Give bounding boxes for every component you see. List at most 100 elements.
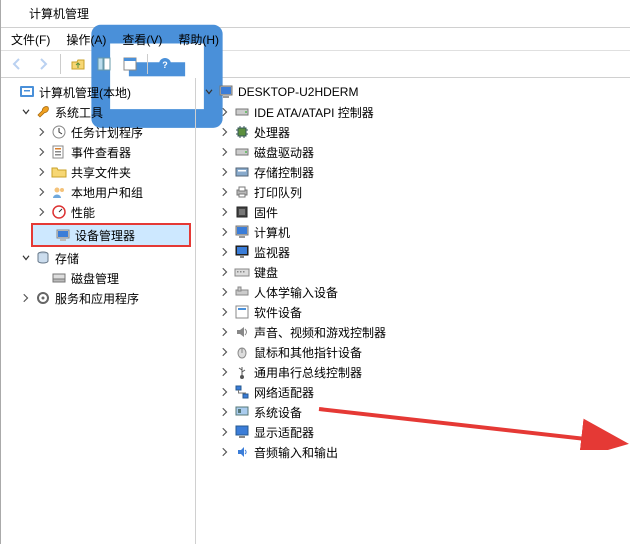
expand-icon[interactable] (218, 205, 232, 219)
wrench-icon (35, 104, 51, 120)
clock-icon (51, 124, 67, 140)
hdd-icon (234, 144, 250, 160)
tree-label: 音频输入和输出 (254, 444, 338, 461)
tree-label: 系统设备 (254, 404, 302, 421)
tree-root-computer-management[interactable]: ▸ 计算机管理(本地) (1, 82, 195, 102)
expand-icon[interactable] (218, 385, 232, 399)
tree-device-manager[interactable]: ▸ 设备管理器 (31, 223, 191, 247)
tree-task-scheduler[interactable]: 任务计划程序 (33, 122, 195, 142)
toolbar-show-tree-button[interactable] (92, 53, 116, 75)
collapse-icon[interactable] (19, 105, 33, 119)
soft-icon (234, 304, 250, 320)
tree-system-tools[interactable]: 系统工具 (17, 102, 195, 122)
expand-icon[interactable] (218, 245, 232, 259)
expand-icon[interactable] (35, 205, 49, 219)
toolbar-up-button[interactable] (66, 53, 90, 75)
expand-icon[interactable] (218, 445, 232, 459)
expand-icon[interactable] (35, 125, 49, 139)
device-system-devices[interactable]: 系统设备 (216, 402, 630, 422)
tree-label: 系统工具 (55, 104, 103, 121)
tree-local-users[interactable]: 本地用户和组 (33, 182, 195, 202)
device-monitors[interactable]: 监视器 (216, 242, 630, 262)
hdd-icon (234, 104, 250, 120)
tree-label: 监视器 (254, 244, 290, 261)
device-network-adapters[interactable]: 网络适配器 (216, 382, 630, 402)
device-mice[interactable]: 鼠标和其他指针设备 (216, 342, 630, 362)
collapse-icon[interactable] (202, 85, 216, 99)
tree-storage[interactable]: 存储 (17, 248, 195, 268)
disk-icon (51, 270, 67, 286)
toolbar-help-button[interactable] (153, 53, 177, 75)
device-display-adapters[interactable]: 显示适配器 (216, 422, 630, 442)
monitor-icon (234, 244, 250, 260)
expand-icon[interactable] (218, 105, 232, 119)
services-icon (35, 290, 51, 306)
toolbar-properties-button[interactable] (118, 53, 142, 75)
tree-label: 性能 (71, 204, 95, 221)
expand-icon: ▸ (35, 271, 49, 285)
expand-icon[interactable] (218, 325, 232, 339)
collapse-icon[interactable] (19, 251, 33, 265)
expand-icon[interactable] (218, 185, 232, 199)
tree-label: 存储 (55, 250, 79, 267)
device-tree-pane[interactable]: DESKTOP-U2HDERM IDE ATA/ATAPI 控制器处理器磁盘驱动… (196, 78, 630, 544)
body: ▸ 计算机管理(本地) 系统工具 (1, 78, 630, 544)
device-processors[interactable]: 处理器 (216, 122, 630, 142)
tree-event-viewer[interactable]: 事件查看器 (33, 142, 195, 162)
menu-action[interactable]: 操作(A) (58, 29, 114, 50)
sys-icon (234, 404, 250, 420)
performance-icon (51, 204, 67, 220)
device-firmware[interactable]: 固件 (216, 202, 630, 222)
expand-icon[interactable] (218, 285, 232, 299)
device-manager-icon (55, 227, 71, 243)
tree-services-apps[interactable]: 服务和应用程序 (17, 288, 195, 308)
toolbar (1, 50, 630, 78)
menu-file[interactable]: 文件(F) (3, 29, 58, 50)
computer-icon (218, 84, 234, 100)
expand-icon[interactable] (218, 425, 232, 439)
scsi-icon (234, 164, 250, 180)
device-software-devices[interactable]: 软件设备 (216, 302, 630, 322)
expand-icon[interactable] (35, 165, 49, 179)
tree-disk-management[interactable]: ▸ 磁盘管理 (33, 268, 195, 288)
storage-icon (35, 250, 51, 266)
device-disk-drives[interactable]: 磁盘驱动器 (216, 142, 630, 162)
expand-icon[interactable] (218, 305, 232, 319)
device-audio-io[interactable]: 音频输入和输出 (216, 442, 630, 462)
expand-icon[interactable] (218, 145, 232, 159)
tree-label: 磁盘驱动器 (254, 144, 314, 161)
tree-label: 计算机 (254, 224, 290, 241)
expand-icon[interactable] (218, 165, 232, 179)
expand-icon[interactable] (218, 405, 232, 419)
device-root[interactable]: DESKTOP-U2HDERM (200, 82, 630, 102)
tree-label: 打印队列 (254, 184, 302, 201)
device-storage-controllers[interactable]: 存储控制器 (216, 162, 630, 182)
expand-icon[interactable] (218, 265, 232, 279)
device-print-queues[interactable]: 打印队列 (216, 182, 630, 202)
sound-icon (234, 324, 250, 340)
expand-icon[interactable] (218, 125, 232, 139)
tree-label: 设备管理器 (75, 227, 135, 244)
firmware-icon (234, 204, 250, 220)
menu-view[interactable]: 查看(V) (114, 29, 170, 50)
expand-icon[interactable] (35, 145, 49, 159)
pc-icon (234, 224, 250, 240)
device-keyboards[interactable]: 键盘 (216, 262, 630, 282)
device-usb-controllers[interactable]: 通用串行总线控制器 (216, 362, 630, 382)
tree-label: 服务和应用程序 (55, 290, 139, 307)
device-hid[interactable]: 人体学输入设备 (216, 282, 630, 302)
expand-icon[interactable] (218, 225, 232, 239)
tree-label: 存储控制器 (254, 164, 314, 181)
menu-help[interactable]: 帮助(H) (170, 29, 227, 50)
device-ide-ata[interactable]: IDE ATA/ATAPI 控制器 (216, 102, 630, 122)
expand-icon[interactable] (19, 291, 33, 305)
tree-shared-folders[interactable]: 共享文件夹 (33, 162, 195, 182)
expand-icon[interactable] (35, 185, 49, 199)
expand-icon[interactable] (218, 345, 232, 359)
console-tree-pane[interactable]: ▸ 计算机管理(本地) 系统工具 (1, 78, 196, 544)
device-computer[interactable]: 计算机 (216, 222, 630, 242)
device-sound[interactable]: 声音、视频和游戏控制器 (216, 322, 630, 342)
tree-performance[interactable]: 性能 (33, 202, 195, 222)
expand-icon[interactable] (218, 365, 232, 379)
tree-label: 软件设备 (254, 304, 302, 321)
